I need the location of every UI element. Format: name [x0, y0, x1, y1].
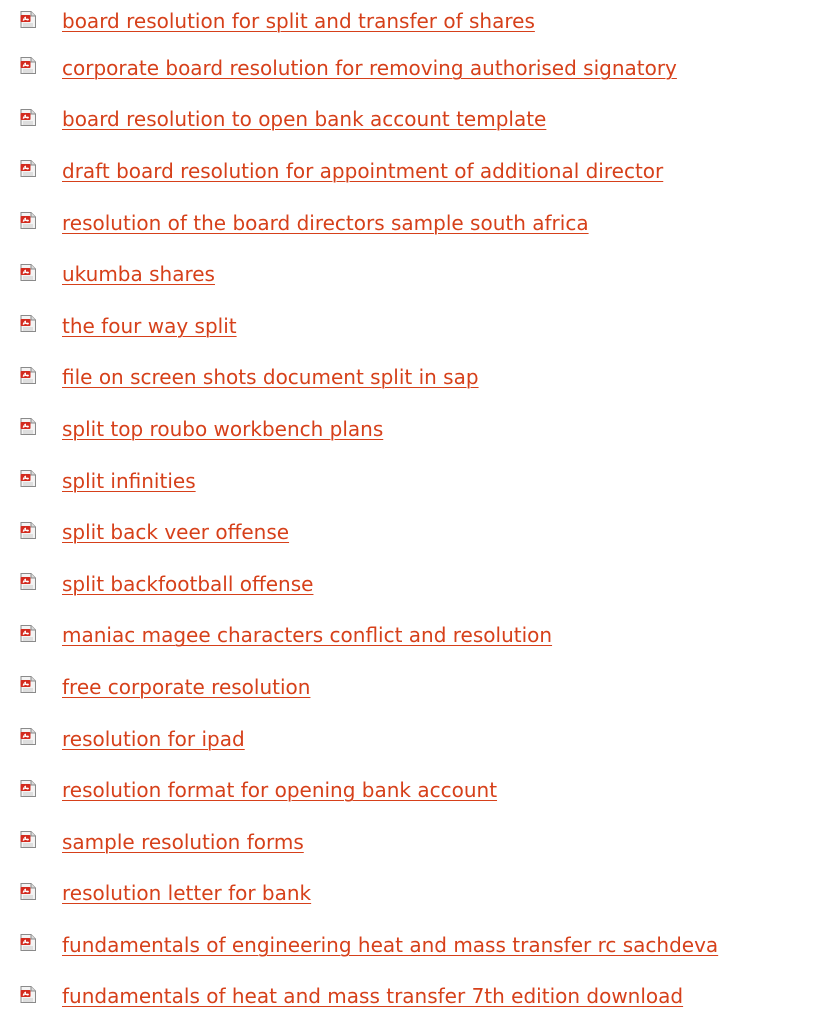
document-link[interactable]: split infinities — [62, 469, 196, 493]
pdf-file-icon — [20, 779, 36, 797]
document-link[interactable]: sample resolution forms — [62, 830, 304, 854]
pdf-file-icon — [20, 108, 36, 126]
pdf-file-icon — [20, 418, 36, 436]
document-link[interactable]: corporate board resolution for removing … — [62, 56, 677, 80]
pdf-file-icon — [20, 57, 36, 75]
pdf-file-icon — [20, 263, 36, 281]
list-item: fundamentals of engineering heat and mas… — [20, 919, 831, 971]
list-item: split top roubo workbench plans — [20, 403, 831, 455]
list-item: fundamentals of heat and mass transfer 7… — [20, 971, 831, 1023]
document-link[interactable]: file on screen shots document split in s… — [62, 365, 479, 389]
document-link[interactable]: split top roubo workbench plans — [62, 417, 383, 441]
document-link[interactable]: board resolution to open bank account te… — [62, 107, 546, 131]
document-link[interactable]: resolution format for opening bank accou… — [62, 778, 497, 802]
pdf-file-icon — [20, 160, 36, 178]
document-link[interactable]: resolution for ipad — [62, 727, 245, 751]
pdf-link-list: board resolution for split and transfer … — [20, 0, 831, 1022]
list-item: resolution letter for bank — [20, 868, 831, 920]
document-link[interactable]: the four way split — [62, 314, 237, 338]
list-item: split infinities — [20, 455, 831, 507]
pdf-file-icon — [20, 676, 36, 694]
pdf-file-icon — [20, 831, 36, 849]
document-link[interactable]: draft board resolution for appointment o… — [62, 159, 663, 183]
document-link[interactable]: resolution letter for bank — [62, 881, 311, 905]
list-item: board resolution to open bank account te… — [20, 94, 831, 146]
list-item: free corporate resolution — [20, 661, 831, 713]
list-item: corporate board resolution for removing … — [20, 42, 831, 94]
list-item: board resolution for split and transfer … — [20, 0, 831, 42]
list-item: draft board resolution for appointment o… — [20, 145, 831, 197]
pdf-file-icon — [20, 624, 36, 642]
document-link[interactable]: split back veer offense — [62, 520, 289, 544]
pdf-file-icon — [20, 521, 36, 539]
document-link[interactable]: resolution of the board directors sample… — [62, 211, 589, 235]
document-link[interactable]: ukumba shares — [62, 262, 215, 286]
document-link[interactable]: fundamentals of engineering heat and mas… — [62, 933, 718, 957]
pdf-file-icon — [20, 470, 36, 488]
pdf-file-icon — [20, 315, 36, 333]
pdf-file-icon — [20, 728, 36, 746]
list-item: resolution for ipad — [20, 713, 831, 765]
pdf-file-icon — [20, 10, 36, 28]
pdf-file-icon — [20, 934, 36, 952]
list-item: sample resolution forms — [20, 816, 831, 868]
list-item: the four way split — [20, 300, 831, 352]
pdf-file-icon — [20, 882, 36, 900]
document-link[interactable]: split backfootball offense — [62, 572, 313, 596]
document-link[interactable]: fundamentals of heat and mass transfer 7… — [62, 984, 683, 1008]
list-item: maniac magee characters conflict and res… — [20, 610, 831, 662]
list-item: file on screen shots document split in s… — [20, 352, 831, 404]
document-link[interactable]: free corporate resolution — [62, 675, 310, 699]
list-item: resolution format for opening bank accou… — [20, 764, 831, 816]
list-item: ukumba shares — [20, 248, 831, 300]
list-item: resolution of the board directors sample… — [20, 197, 831, 249]
list-item: split back veer offense — [20, 506, 831, 558]
pdf-file-icon — [20, 573, 36, 591]
pdf-file-icon — [20, 366, 36, 384]
document-link[interactable]: board resolution for split and transfer … — [62, 9, 535, 33]
document-link[interactable]: maniac magee characters conflict and res… — [62, 623, 552, 647]
pdf-file-icon — [20, 212, 36, 230]
list-item: split backfootball offense — [20, 558, 831, 610]
pdf-file-icon — [20, 985, 36, 1003]
